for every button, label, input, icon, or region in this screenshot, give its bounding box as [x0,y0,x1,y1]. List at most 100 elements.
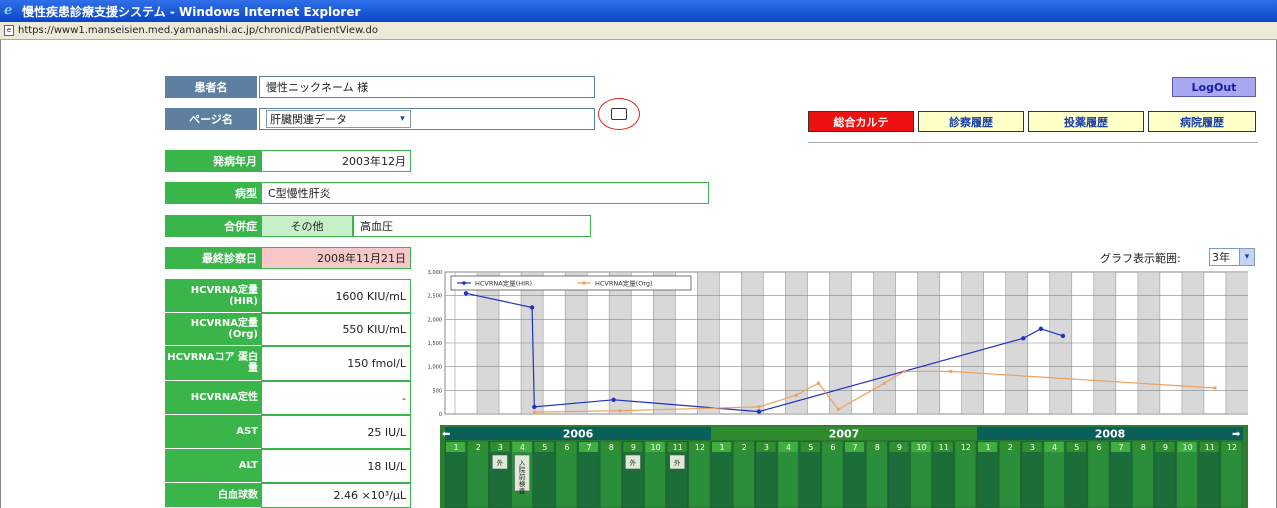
chevron-down-icon[interactable]: ▾ [395,111,410,127]
lab-value-qual: - [261,381,411,415]
data-point [1038,326,1044,331]
month-label: 4 [1052,443,1057,452]
lab-value-core: 150 fmol/L [261,346,411,381]
legend-label: HCVRNA定量(HIR) [475,279,532,288]
month-label: 6 [564,443,569,452]
data-point [532,404,537,410]
y-tick-label: 1,500 [428,341,442,347]
complication-value: 高血圧 [353,215,591,237]
data-point [816,381,820,385]
tab-label: 診察履歴 [949,115,993,129]
onset-value: 2003年12月 [261,150,411,172]
month-label: 11 [939,443,949,452]
logout-button[interactable]: LogOut [1172,77,1256,97]
month-label: 8 [875,443,880,452]
legend-label: HCVRNA定量(Org) [595,279,653,288]
y-tick-label: 1,000 [428,365,442,371]
lab-label-org: HCVRNA定量 (Org) [165,313,261,346]
lab-label-alt: ALT [165,449,261,483]
month-label: 9 [897,443,902,452]
range-select-value: 3年 [1212,251,1230,264]
month-label: 8 [1141,443,1146,452]
month-label: 12 [1227,443,1237,452]
data-point [883,381,887,385]
data-point [529,305,535,310]
month-timeline[interactable]: 2006 2007 2008⬅ ➡1 2 3 4 5 6 7 8 9 10 11 12 1 2 3 4 5 6 7 8 9 10… [440,425,1248,508]
patient-name-field: 慢性ニックネーム 様 [259,76,595,98]
month-label: 9 [631,443,636,452]
data-point [836,407,840,411]
onset-label: 発病年月 [165,150,261,172]
range-select[interactable]: 3年 ▾ [1209,248,1255,266]
prev-arrow-icon[interactable]: ⬅ [442,429,450,440]
disease-type-label: 病型 [165,182,261,204]
data-point [611,397,616,402]
data-point [1213,386,1217,390]
lab-value-alt: 18 IU/L [261,449,411,483]
lab-label-wbc: 白血球数 [165,483,261,508]
lab-label-hir: HCVRNA定量 (HIR) [165,279,261,313]
month-label: 6 [1096,443,1101,452]
tab-medication-history[interactable]: 投薬履歴 [1028,111,1144,132]
month-label: 11 [673,443,683,452]
last-visit-label: 最終診察日 [165,247,261,269]
data-point [757,405,761,409]
last-visit-value: 2008年11月21日 [261,247,411,269]
month-label: 3 [498,443,503,452]
address-url[interactable]: https://www1.manseisien.med.yamanashi.ac… [18,25,378,36]
data-point [1060,333,1066,339]
month-label: 2 [1008,443,1013,452]
data-point [949,369,953,373]
lab-label-ast: AST [165,415,261,449]
tab-label: 総合カルテ [833,115,889,129]
page-select-value: 肝臓関連データ [270,113,347,126]
folder-open-button[interactable] [598,98,640,130]
folder-icon [611,108,627,120]
month-label: 10 [650,443,660,452]
data-point [794,393,798,397]
month-label: 10 [1182,443,1192,452]
month-label: 11 [1205,443,1215,452]
lab-value-hir: 1600 KIU/mL [261,279,411,313]
month-label: 5 [808,443,813,452]
complication-category: その他 [261,215,353,237]
month-label: 7 [587,443,592,452]
chart-legend: HCVRNA定量(HIR) HCVRNA定量(Org) [450,275,692,291]
y-tick-label: 500 [432,388,442,394]
month-label: 12 [961,443,971,452]
tab-general-chart[interactable]: 総合カルテ [808,111,914,132]
divider [808,142,1258,143]
month-label: 5 [1074,443,1079,452]
page-select-container: 肝臓関連データ ▾ [259,108,595,130]
tab-hospital-history[interactable]: 病院履歴 [1148,111,1256,132]
chevron-down-icon[interactable]: ▾ [1239,249,1254,265]
event-marker-text: 外 [674,458,681,467]
month-label: 3 [1030,443,1035,452]
tab-exam-history[interactable]: 診察履歴 [918,111,1024,132]
month-label: 8 [609,443,614,452]
lab-value-wbc: 2.46 ×10³/μL [261,483,411,508]
month-label: 1 [454,443,459,452]
data-point [463,291,469,296]
y-tick-label: 3,000 [428,270,442,276]
month-label: 3 [764,443,769,452]
page-select[interactable]: 肝臓関連データ ▾ [266,110,411,128]
month-label: 12 [695,443,705,452]
event-marker-text: 外 [630,458,637,467]
address-bar[interactable]: e https://www1.manseisien.med.yamanashi.… [0,22,1277,40]
page-icon: e [4,25,14,36]
tab-label: 投薬履歴 [1064,115,1108,129]
month-label: 9 [1163,443,1168,452]
month-label: 5 [542,443,547,452]
data-point [902,369,906,373]
month-label: 7 [853,443,858,452]
window-title: 慢性疾患診療支援システム - Windows Internet Explorer [22,4,361,19]
month-label: 1 [720,443,725,452]
data-point [756,409,762,414]
lab-label-core: HCVRNAコア 蛋白量 [165,346,261,381]
next-arrow-icon[interactable]: ➡ [1232,429,1241,440]
patient-label: 患者名 [165,76,257,98]
y-tick-label: 0 [439,412,442,418]
month-label: 4 [520,443,525,452]
y-tick-label: 2,000 [428,317,442,323]
